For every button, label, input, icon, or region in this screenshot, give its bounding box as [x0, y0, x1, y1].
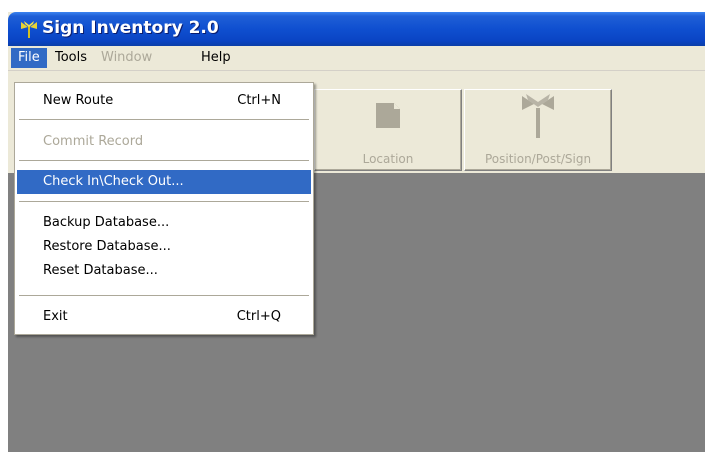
menu-item-reset-database[interactable]: Reset Database...	[17, 259, 311, 283]
document-icon	[376, 103, 400, 128]
location-button: Location	[314, 89, 462, 171]
menu-item-shortcut: Ctrl+Q	[236, 309, 281, 324]
menu-item-label: Backup Database...	[43, 215, 170, 230]
file-dropdown-menu: New Route Ctrl+N Commit Record Check In\…	[14, 82, 314, 335]
menu-item-label: New Route	[43, 93, 114, 108]
menu-item-restore-database[interactable]: Restore Database...	[17, 235, 311, 259]
menu-help[interactable]: Help	[194, 48, 238, 68]
menu-item-commit-record: Commit Record	[17, 130, 311, 154]
menu-item-label: Reset Database...	[43, 263, 158, 278]
signpost-icon	[522, 94, 554, 138]
menu-item-label: Exit	[43, 309, 68, 324]
menu-separator	[19, 119, 309, 120]
position-post-sign-button: Position/Post/Sign	[464, 89, 612, 171]
menu-separator	[19, 295, 309, 296]
window-title: Sign Inventory 2.0	[42, 18, 219, 38]
menu-item-shortcut: Ctrl+N	[237, 93, 281, 108]
menu-item-label: Commit Record	[43, 134, 144, 149]
menu-item-backup-database[interactable]: Backup Database...	[17, 211, 311, 235]
location-button-label: Location	[362, 152, 414, 166]
menu-window: Window	[101, 50, 153, 65]
menu-item-check-in-check-out[interactable]: Check In\Check Out...	[17, 170, 311, 194]
menu-bar: File Tools Window Help	[8, 46, 705, 71]
position-post-sign-button-label: Position/Post/Sign	[484, 152, 592, 166]
menu-separator	[19, 160, 309, 161]
menu-item-label: Restore Database...	[43, 239, 171, 254]
menu-file[interactable]: File	[11, 48, 47, 68]
menu-item-label: Check In\Check Out...	[43, 174, 184, 189]
title-bar[interactable]: Sign Inventory 2.0	[8, 12, 705, 46]
menu-tools[interactable]: Tools	[48, 48, 94, 68]
menu-item-exit[interactable]: Exit Ctrl+Q	[17, 305, 311, 329]
menu-separator	[19, 201, 309, 202]
app-sign-icon	[21, 21, 37, 38]
menu-item-new-route[interactable]: New Route Ctrl+N	[17, 89, 311, 113]
